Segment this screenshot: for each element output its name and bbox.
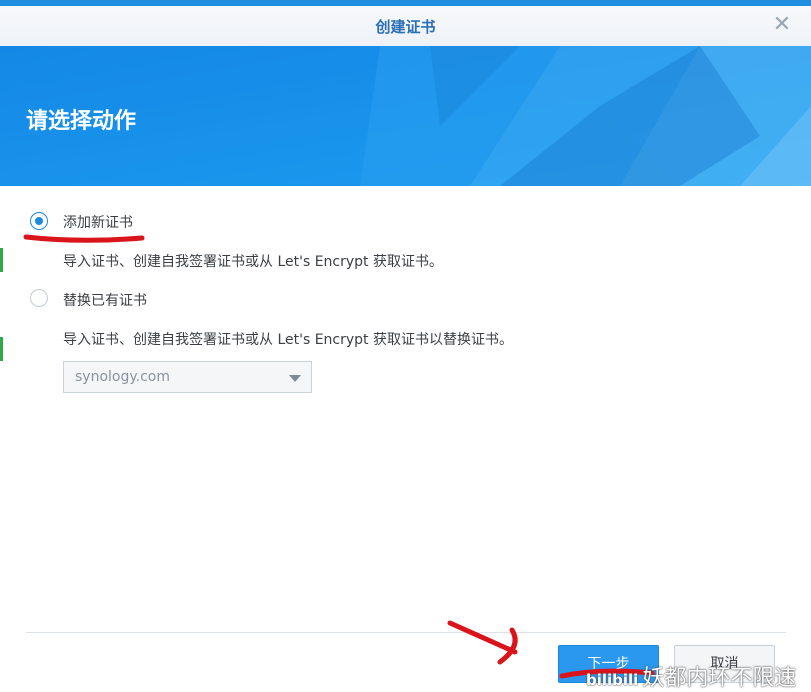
dropdown-arrow-icon xyxy=(289,375,301,382)
banner-heading: 请选择动作 xyxy=(26,109,137,134)
option-description-replace-existing: 导入证书、创建自我签署证书或从 Let's Encrypt 获取证书以替换证书。 xyxy=(63,332,513,348)
underline-annotation xyxy=(23,234,145,243)
close-icon[interactable]: ✕ xyxy=(771,14,793,36)
arrow-annotation-head xyxy=(497,627,518,665)
footer-divider xyxy=(26,632,786,633)
certificate-select-value: synology.com xyxy=(75,369,170,385)
background-edge-marker xyxy=(0,337,3,361)
radio-replace-existing-certificate[interactable] xyxy=(30,289,48,307)
option-label-replace-existing[interactable]: 替换已有证书 xyxy=(63,290,147,310)
background-edge-marker xyxy=(0,248,3,272)
radio-add-new-certificate[interactable] xyxy=(30,212,48,230)
header-banner: 请选择动作 xyxy=(0,46,811,186)
dialog-titlebar: 创建证书 ✕ xyxy=(0,6,811,47)
bilibili-logo: bilibili xyxy=(586,671,639,689)
option-description-add-new: 导入证书、创建自我签署证书或从 Let's Encrypt 获取证书。 xyxy=(63,254,443,270)
watermark: bilibili 妖都内环不限速 xyxy=(586,660,796,692)
arrow-annotation-shaft xyxy=(447,620,518,655)
option-label-add-new[interactable]: 添加新证书 xyxy=(63,212,133,232)
watermark-text: 妖都内环不限速 xyxy=(642,666,797,691)
dialog-title: 创建证书 xyxy=(375,18,436,36)
certificate-select[interactable]: synology.com xyxy=(63,361,312,393)
